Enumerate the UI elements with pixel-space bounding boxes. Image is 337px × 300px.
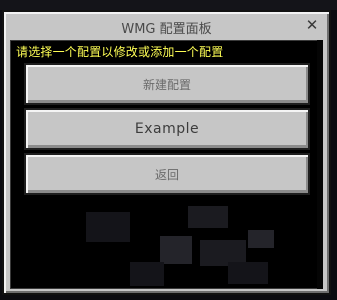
new-config-button[interactable]: 新建配置 — [24, 63, 310, 105]
close-button[interactable]: ✕ — [303, 15, 321, 35]
screen: WMG 配置面板 ✕ 请选择一个配置以修改或添加一个配置 新建配置 Exampl… — [0, 0, 337, 300]
world-block — [228, 262, 268, 284]
new-config-label: 新建配置 — [142, 77, 191, 92]
example-config-button[interactable]: Example — [24, 108, 310, 150]
world-block — [130, 262, 164, 286]
example-config-label: Example — [134, 121, 200, 137]
config-dialog: WMG 配置面板 ✕ 请选择一个配置以修改或添加一个配置 新建配置 Exampl… — [2, 10, 331, 295]
world-block — [86, 212, 130, 242]
dialog-title: WMG 配置面板 — [121, 22, 212, 37]
back-label: 返回 — [154, 167, 179, 182]
config-panel: 请选择一个配置以修改或添加一个配置 新建配置 Example 返回 — [10, 40, 323, 289]
panel-scroll-track — [317, 40, 323, 289]
world-block — [248, 230, 274, 248]
back-button[interactable]: 返回 — [24, 153, 310, 195]
world-background — [0, 0, 337, 10]
world-block — [160, 236, 192, 264]
world-block — [188, 206, 228, 228]
dialog-titlebar: WMG 配置面板 ✕ — [4, 12, 329, 40]
close-icon: ✕ — [305, 16, 319, 34]
instruction-text: 请选择一个配置以修改或添加一个配置 — [16, 45, 224, 59]
